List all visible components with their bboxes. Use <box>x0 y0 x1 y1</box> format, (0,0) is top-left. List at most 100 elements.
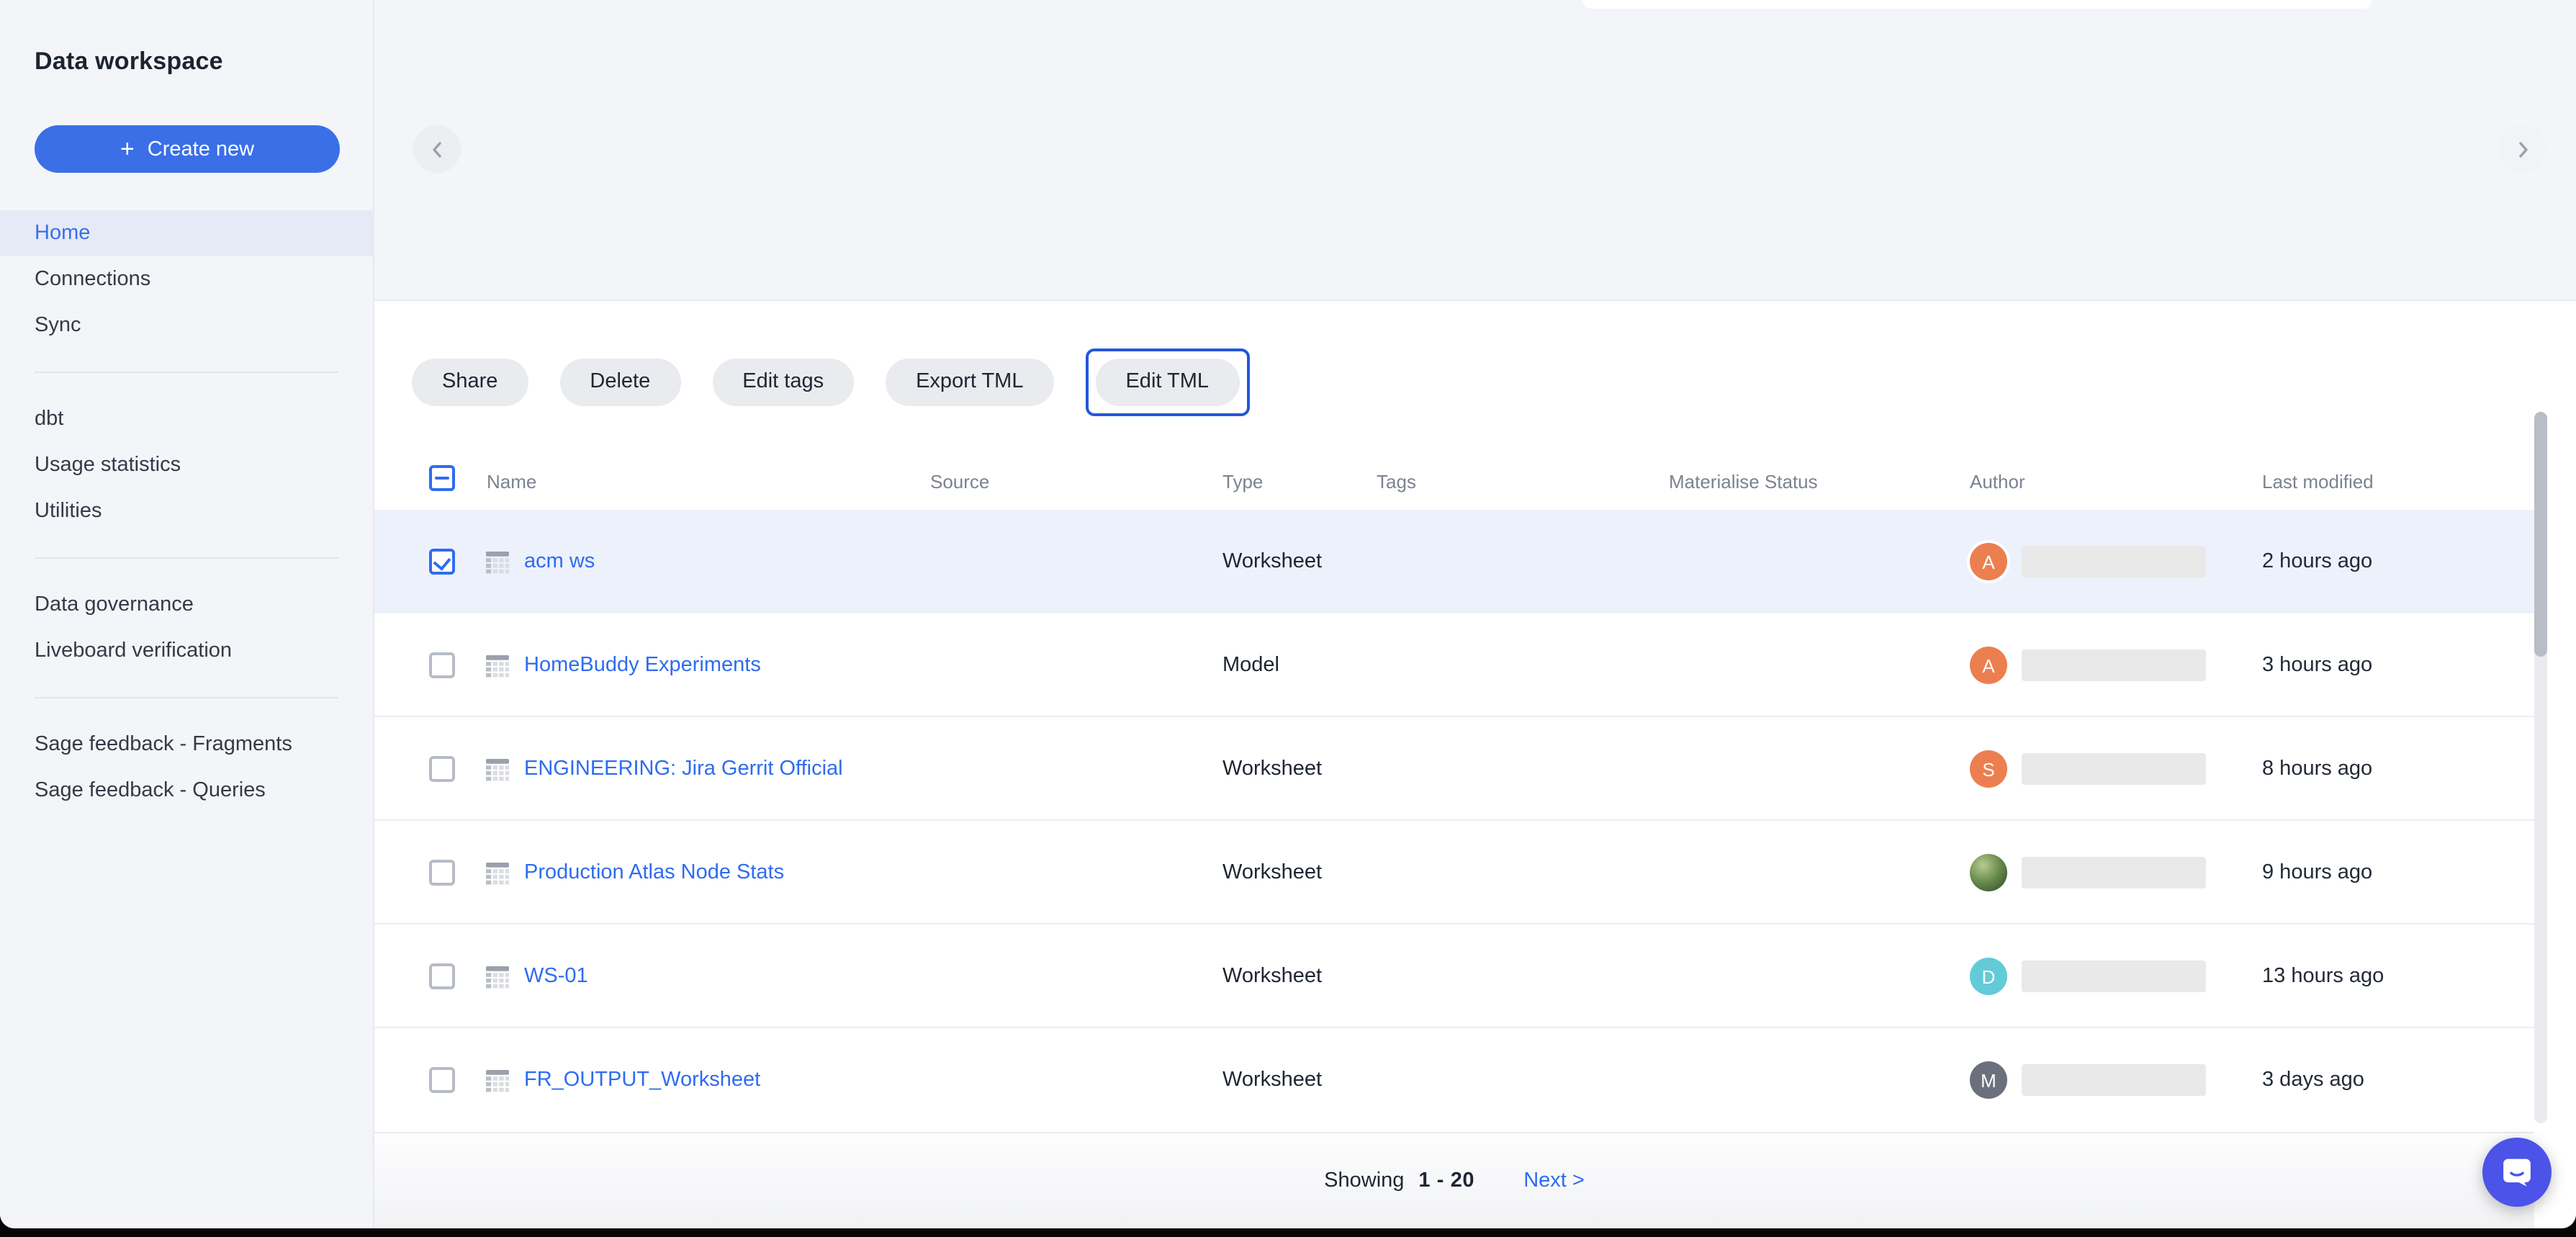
object-type: Worksheet <box>1222 757 1322 781</box>
last-modified: 3 hours ago <box>2262 654 2372 677</box>
chat-bubble-icon <box>2498 1153 2536 1191</box>
column-header-source[interactable]: Source <box>930 471 989 492</box>
sidebar-divider <box>35 557 338 559</box>
table-row[interactable]: Production Atlas Node Stats Worksheet 9 … <box>374 821 2534 925</box>
screen: Data workspace + Create new HomeConnecti… <box>0 0 2576 1237</box>
chevron-right-icon <box>2510 138 2534 161</box>
sidebar-item-utilities[interactable]: Utilities <box>0 488 374 534</box>
author-name-redacted <box>2022 649 2206 681</box>
sidebar: Data workspace + Create new HomeConnecti… <box>0 0 374 1228</box>
page-title: Data workspace <box>35 48 223 76</box>
sidebar-item-sync[interactable]: Sync <box>0 302 374 348</box>
column-header-type[interactable]: Type <box>1222 471 1263 492</box>
showing-label: Showing1 - 20 <box>1324 1169 1474 1192</box>
chat-launcher-button[interactable] <box>2482 1138 2552 1207</box>
worksheet-table-icon <box>485 1068 510 1092</box>
object-type: Worksheet <box>1222 861 1322 884</box>
author-avatar: S <box>1970 750 2007 788</box>
author-name-redacted <box>2022 546 2206 577</box>
column-header-last-modified[interactable]: Last modified <box>2262 471 2374 492</box>
table-row[interactable]: FR_OUTPUT_Worksheet Worksheet M 3 days a… <box>374 1028 2534 1132</box>
worksheet-table-icon <box>485 549 510 574</box>
last-modified: 2 hours ago <box>2262 550 2372 573</box>
edit-tags-button[interactable]: Edit tags <box>712 358 854 405</box>
object-name-link[interactable]: WS-01 <box>524 965 588 988</box>
scrolled-card-edge <box>1582 0 2372 9</box>
row-checkbox[interactable] <box>429 549 455 575</box>
author-avatar: M <box>1970 1061 2007 1099</box>
worksheet-table-icon <box>485 757 510 781</box>
sidebar-item-sage-feedback-fragments[interactable]: Sage feedback - Fragments <box>0 721 374 768</box>
select-all-checkbox[interactable] <box>429 465 455 491</box>
last-modified: 8 hours ago <box>2262 757 2372 781</box>
carousel-next-button[interactable] <box>2498 125 2546 173</box>
object-type: Worksheet <box>1222 965 1322 988</box>
last-modified: 13 hours ago <box>2262 965 2384 988</box>
toolbar-button-wrap: Delete <box>559 358 680 405</box>
app-window: Data workspace + Create new HomeConnecti… <box>0 0 2576 1228</box>
table-row[interactable]: WS-01 Worksheet D 13 hours ago <box>374 925 2534 1028</box>
author-avatar: A <box>1970 543 2007 580</box>
sidebar-item-home[interactable]: Home <box>0 210 374 256</box>
toolbar-button-wrap: Edit tags <box>712 358 854 405</box>
object-type: Model <box>1222 654 1279 677</box>
column-header-author[interactable]: Author <box>1970 471 2025 492</box>
worksheet-table-icon <box>485 860 510 885</box>
worksheet-table-icon <box>485 964 510 989</box>
sidebar-nav: HomeConnectionsSync dbtUsage statisticsUt… <box>0 210 374 814</box>
chevron-left-icon <box>425 138 449 161</box>
sidebar-item-liveboard-verification[interactable]: Liveboard verification <box>0 628 374 674</box>
object-type: Worksheet <box>1222 1069 1322 1092</box>
sidebar-item-dbt[interactable]: dbt <box>0 396 374 442</box>
table-row[interactable]: acm ws Worksheet A 2 hours ago <box>374 510 2534 613</box>
author-name-redacted <box>2022 961 2206 992</box>
scrollbar-track[interactable] <box>2534 412 2547 1123</box>
last-modified: 9 hours ago <box>2262 861 2372 884</box>
toolbar-button-wrap: Export TML <box>886 358 1053 405</box>
column-header-tags[interactable]: Tags <box>1377 471 1416 492</box>
object-name-link[interactable]: Production Atlas Node Stats <box>524 861 784 884</box>
focused-toolbar-button-wrap: Edit TML <box>1085 348 1249 415</box>
author-avatar: D <box>1970 958 2007 995</box>
bulk-actions-toolbar: Share Delete Edit tags Export TML Edit TML <box>412 346 1249 418</box>
author-name-redacted <box>2022 857 2206 889</box>
row-checkbox[interactable] <box>429 1067 455 1093</box>
author-name-redacted <box>2022 1064 2206 1096</box>
author-avatar: A <box>1970 647 2007 684</box>
sidebar-divider <box>35 372 338 373</box>
object-name-link[interactable]: acm ws <box>524 550 595 573</box>
plus-icon: + <box>120 136 135 161</box>
pagination-footer: Showing1 - 20 Next > <box>374 1132 2534 1228</box>
last-modified: 3 days ago <box>2262 1069 2364 1092</box>
column-header-materialise-status[interactable]: Materialise Status <box>1669 471 1818 492</box>
row-checkbox[interactable] <box>429 963 455 989</box>
export-tml-button[interactable]: Export TML <box>886 358 1053 405</box>
row-checkbox[interactable] <box>429 860 455 886</box>
object-name-link[interactable]: ENGINEERING: Jira Gerrit Official <box>524 757 843 781</box>
create-new-label: Create new <box>148 138 254 161</box>
sidebar-item-connections[interactable]: Connections <box>0 256 374 302</box>
sidebar-divider <box>35 697 338 698</box>
table-row[interactable]: HomeBuddy Experiments Model A 3 hours ag… <box>374 613 2534 717</box>
author-avatar <box>1970 854 2007 891</box>
sidebar-item-sage-feedback-queries[interactable]: Sage feedback - Queries <box>0 768 374 814</box>
carousel-band <box>374 0 2576 301</box>
sidebar-item-usage-statistics[interactable]: Usage statistics <box>0 442 374 488</box>
column-header-name[interactable]: Name <box>487 471 536 492</box>
object-name-link[interactable]: FR_OUTPUT_Worksheet <box>524 1069 760 1092</box>
next-page-link[interactable]: Next > <box>1523 1169 1585 1192</box>
share-button[interactable]: Share <box>412 358 528 405</box>
create-new-button[interactable]: + Create new <box>35 125 340 173</box>
object-name-link[interactable]: HomeBuddy Experiments <box>524 654 761 677</box>
object-type: Worksheet <box>1222 550 1322 573</box>
showing-range: 1 - 20 <box>1418 1169 1474 1192</box>
sidebar-item-data-governance[interactable]: Data governance <box>0 582 374 628</box>
table-row[interactable]: ENGINEERING: Jira Gerrit Official Worksh… <box>374 717 2534 821</box>
row-checkbox[interactable] <box>429 652 455 678</box>
scrollbar-thumb[interactable] <box>2534 412 2547 657</box>
toolbar-button-wrap: Share <box>412 358 528 405</box>
carousel-prev-button[interactable] <box>413 125 461 173</box>
edit-tml-button[interactable]: Edit TML <box>1095 358 1239 405</box>
row-checkbox[interactable] <box>429 756 455 782</box>
delete-button[interactable]: Delete <box>559 358 680 405</box>
